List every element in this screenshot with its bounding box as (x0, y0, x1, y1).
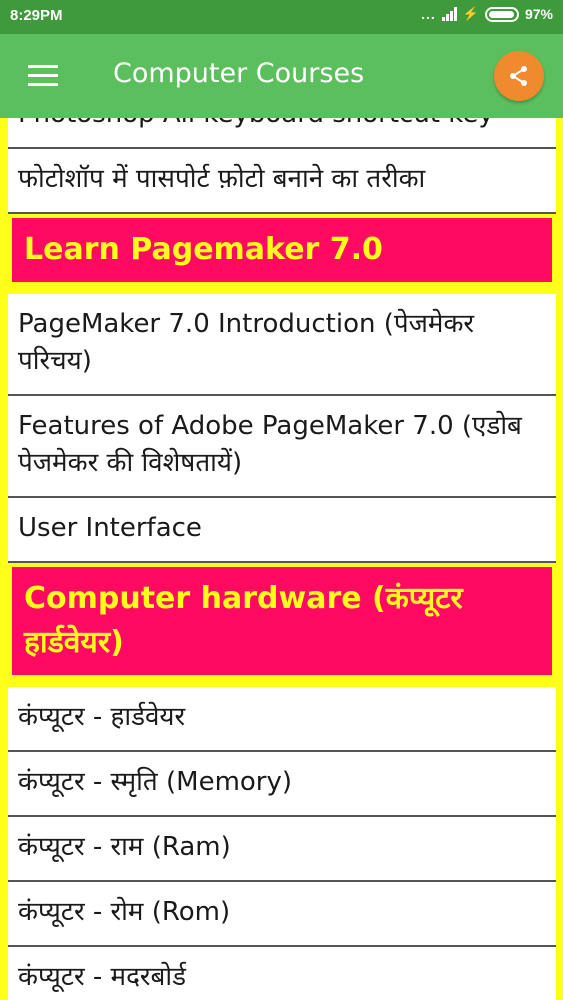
signal-icon (441, 7, 457, 21)
course-list: Photoshop All keyboard shortcut keyफोटोश… (8, 118, 556, 1000)
charging-icon: ⚡ (462, 6, 479, 21)
share-button[interactable] (494, 51, 544, 101)
app-bar: Computer Courses (0, 34, 563, 118)
status-icons: ... ⚡ 97% (421, 6, 553, 22)
app-title: Computer Courses (113, 58, 365, 89)
list-item[interactable]: कंप्यूटर - हार्डवेयर (8, 687, 556, 752)
course-list-container: Photoshop All keyboard shortcut keyफोटोश… (0, 118, 563, 1000)
status-time: 8:29PM (10, 7, 63, 24)
list-item[interactable]: कंप्यूटर - स्मृति (Memory) (8, 752, 556, 817)
section-header: Computer hardware (कंप्यूटर हार्डवेयर) (8, 563, 556, 679)
list-item[interactable]: फोटोशॉप में पासपोर्ट फ़ोटो बनाने का तरीक… (8, 149, 556, 214)
list-item[interactable]: User Interface (8, 498, 556, 563)
list-item[interactable]: PageMaker 7.0 Introduction (पेजमेकर परिच… (8, 294, 556, 396)
hamburger-menu-icon[interactable] (28, 65, 58, 87)
battery-fill (488, 10, 515, 18)
notification-dots: ... (421, 6, 436, 22)
share-icon (510, 66, 527, 86)
list-item[interactable]: कंप्यूटर - मदरबोर्ड (8, 947, 556, 1000)
list-item[interactable]: Features of Adobe PageMaker 7.0 (एडोब पे… (8, 396, 556, 498)
battery-icon (484, 6, 519, 22)
list-item[interactable]: Photoshop All keyboard shortcut key (8, 118, 556, 149)
battery-percent: 97% (524, 6, 553, 22)
section-header: Learn Pagemaker 7.0 (8, 214, 556, 286)
list-item[interactable]: कंप्यूटर - राम (Ram) (8, 817, 556, 882)
list-item[interactable]: कंप्यूटर - रोम (Rom) (8, 882, 556, 947)
status-bar: 8:29PM ... ⚡ 97% (0, 0, 563, 34)
